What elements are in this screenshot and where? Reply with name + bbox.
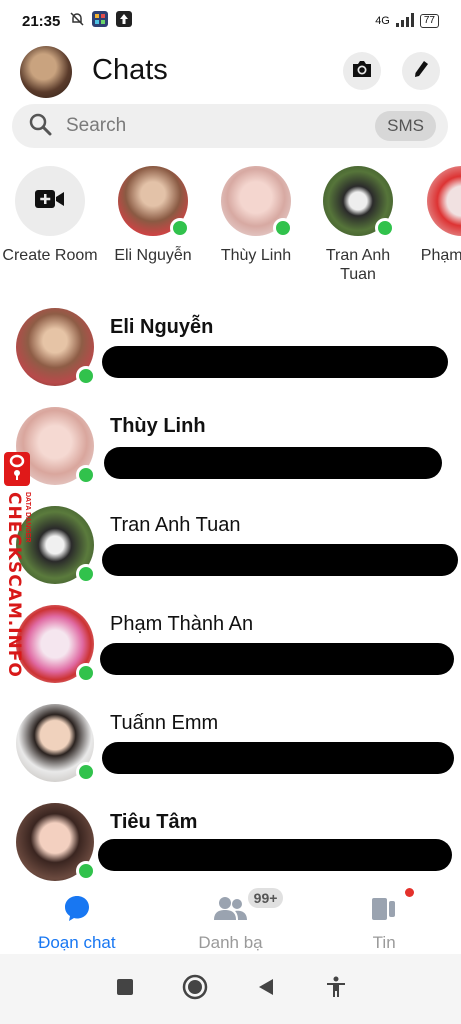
chat-name: Tiêu Tâm: [110, 811, 198, 833]
header: Chats: [0, 42, 461, 102]
story-create-room[interactable]: Create Room: [0, 166, 100, 265]
tab-label: Tin: [372, 933, 396, 952]
profile-avatar[interactable]: [20, 46, 72, 98]
accessibility-button[interactable]: [316, 969, 356, 1009]
chat-name: Tuấnn Emm: [110, 712, 219, 734]
chat-name: Phạm Thành An: [110, 613, 254, 635]
online-indicator: [76, 564, 96, 584]
camera-button[interactable]: [343, 52, 381, 90]
online-indicator: [170, 218, 190, 238]
redacted-message-preview: [100, 643, 454, 675]
online-indicator: [375, 218, 395, 238]
status-time: 21:35: [22, 12, 61, 30]
home-circle-icon: [182, 974, 208, 1005]
story-label: Thùy Linh: [220, 247, 292, 264]
chat-row[interactable]: Tuấnn Emm: [0, 698, 461, 797]
search-input[interactable]: [66, 115, 376, 137]
story-label: Phạm Thàn: [420, 247, 461, 264]
avatar: [16, 308, 96, 386]
redacted-message-preview: [102, 346, 448, 378]
tab-label: Danh bạ: [198, 933, 263, 952]
watermark: CHECKSCAM.INFO DATA DANGER: [0, 452, 31, 678]
square-icon: [117, 978, 134, 1000]
chat-name: Tran Anh Tuan: [110, 514, 241, 536]
tab-contacts[interactable]: 99+ Danh bạ: [154, 882, 308, 954]
bell-muted-icon: [70, 12, 84, 30]
chat-row[interactable]: Phạm Thành An: [0, 599, 461, 698]
story-avatar: [221, 166, 293, 238]
chat-name: Eli Nguyễn: [110, 316, 214, 338]
camera-icon: [351, 59, 373, 84]
online-indicator: [76, 861, 96, 881]
signal-icon: [395, 12, 414, 30]
bottom-tab-bar: Đoạn chat 99+ Danh bạ Tin: [0, 882, 461, 954]
story-avatar: [323, 166, 395, 238]
status-right: 4G 77: [375, 12, 439, 30]
sms-button[interactable]: SMS: [375, 111, 436, 141]
search-icon: [28, 112, 52, 141]
people-icon: [213, 897, 249, 926]
chat-bubble-icon: [63, 896, 91, 926]
search-bar[interactable]: SMS: [12, 104, 448, 148]
battery-indicator: 77: [419, 14, 439, 28]
video-camera-icon: [35, 188, 65, 215]
online-indicator: [76, 465, 96, 485]
story-item[interactable]: Thùy Linh: [206, 166, 306, 265]
watermark-text: CHECKSCAM.INFO: [4, 492, 24, 678]
contacts-badge: 99+: [247, 888, 284, 908]
back-triangle-icon: [258, 978, 274, 1001]
recents-button[interactable]: [105, 969, 145, 1009]
watermark-subtext: DATA DANGER: [24, 492, 31, 543]
lock-icon: [4, 452, 30, 486]
chat-name: Thùy Linh: [110, 415, 206, 437]
avatar: [16, 803, 96, 881]
online-indicator: [76, 663, 96, 683]
tab-label: Đoạn chat: [38, 933, 116, 952]
redacted-message-preview: [104, 447, 442, 479]
back-button[interactable]: [246, 969, 286, 1009]
redacted-message-preview: [98, 839, 452, 871]
compose-button[interactable]: [402, 52, 440, 90]
tab-stories[interactable]: Tin: [307, 882, 461, 954]
home-button[interactable]: [175, 969, 215, 1009]
story-item[interactable]: Phạm Thàn: [412, 166, 461, 265]
page-title: Chats: [92, 54, 168, 86]
story-label: Create Room: [2, 247, 98, 264]
app-grid-icon: [92, 11, 109, 31]
online-indicator: [76, 366, 96, 386]
avatar: [16, 704, 96, 782]
pencil-icon: [412, 59, 430, 84]
story-label: Eli Nguyễn: [114, 247, 192, 264]
tab-chats[interactable]: Đoạn chat: [0, 882, 154, 954]
story-item[interactable]: Eli Nguyễn: [103, 166, 203, 265]
network-label: 4G: [375, 15, 390, 27]
stories-icon: [370, 898, 398, 926]
chat-row[interactable]: Thùy Linh: [0, 401, 461, 500]
online-indicator: [76, 762, 96, 782]
story-avatar: [118, 166, 190, 238]
online-indicator: [273, 218, 293, 238]
redacted-message-preview: [102, 742, 454, 774]
chat-row[interactable]: Eli Nguyễn: [0, 302, 461, 401]
story-item[interactable]: Tran Anh Tuan: [308, 166, 408, 284]
status-bar: 21:35 4G 77: [0, 0, 461, 42]
system-nav-bar: [0, 954, 461, 1024]
redacted-message-preview: [102, 544, 458, 576]
story-avatar: [427, 166, 461, 236]
stories-row: Create Room Eli Nguyễn Thùy Linh Tran An…: [0, 166, 461, 296]
chat-row[interactable]: Tran Anh Tuan: [0, 500, 461, 599]
story-label: Tran Anh Tuan: [325, 247, 391, 283]
notification-dot: [405, 888, 415, 897]
create-room-circle[interactable]: [15, 166, 85, 236]
upload-icon: [116, 11, 133, 31]
accessibility-icon: [326, 976, 346, 1003]
